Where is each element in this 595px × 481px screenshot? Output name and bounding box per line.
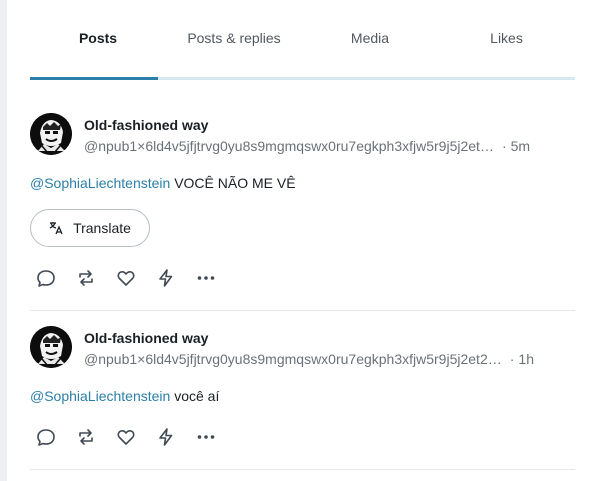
separator-dot: · [501, 138, 507, 154]
mention-link[interactable]: @SophiaLiechtenstein [30, 175, 170, 191]
tab-likes[interactable]: Likes [438, 0, 575, 78]
reply-icon[interactable] [35, 426, 57, 448]
post-divider [30, 310, 575, 311]
left-sidebar-edge [0, 0, 7, 481]
translate-button[interactable]: Translate [30, 209, 150, 247]
active-tab-indicator [30, 77, 158, 80]
post-meta: @npub1×6ld4v5jfjtrvg0yu8s9mgmqswx0ru7egk… [84, 351, 564, 367]
reply-icon[interactable] [35, 267, 57, 289]
tab-posts-and-replies[interactable]: Posts & replies [166, 0, 302, 78]
post-text: você aí [170, 388, 220, 404]
post[interactable]: Old-fashioned way @npub1×6ld4v5jfjtrvg0y… [30, 326, 575, 456]
author-handle[interactable]: @npub1×6ld4v5jfjtrvg0yu8s9mgmqswx0ru7egk… [84, 138, 494, 154]
author-name[interactable]: Old-fashioned way [84, 117, 208, 133]
repost-icon[interactable] [75, 426, 97, 448]
tab-posts[interactable]: Posts [30, 0, 166, 78]
post-actions [35, 267, 235, 289]
translate-icon [49, 221, 63, 235]
more-icon[interactable] [195, 267, 217, 289]
author-name[interactable]: Old-fashioned way [84, 330, 208, 346]
zap-icon[interactable] [155, 267, 177, 289]
post-time[interactable]: 5m [511, 138, 530, 154]
post[interactable]: Old-fashioned way @npub1×6ld4v5jfjtrvg0y… [30, 113, 575, 293]
translate-label: Translate [73, 220, 131, 236]
post-meta: @npub1×6ld4v5jfjtrvg0yu8s9mgmqswx0ru7egk… [84, 138, 564, 154]
post-text: VOCÊ NÃO ME VÊ [170, 175, 296, 191]
post-divider [30, 469, 575, 470]
like-icon[interactable] [115, 267, 137, 289]
post-time[interactable]: 1h [518, 351, 534, 367]
profile-tabs: Posts Posts & replies Media Likes [30, 0, 575, 81]
avatar[interactable] [30, 326, 72, 368]
zap-icon[interactable] [155, 426, 177, 448]
mention-link[interactable]: @SophiaLiechtenstein [30, 388, 170, 404]
post-content: @SophiaLiechtenstein VOCÊ NÃO ME VÊ [30, 175, 296, 191]
avatar[interactable] [30, 113, 72, 155]
like-icon[interactable] [115, 426, 137, 448]
post-actions [35, 426, 235, 448]
post-content: @SophiaLiechtenstein você aí [30, 388, 219, 404]
more-icon[interactable] [195, 426, 217, 448]
separator-dot: · [509, 351, 515, 367]
repost-icon[interactable] [75, 267, 97, 289]
author-handle[interactable]: @npub1×6ld4v5jfjtrvg0yu8s9mgmqswx0ru7egk… [84, 351, 502, 367]
tab-media[interactable]: Media [302, 0, 438, 78]
